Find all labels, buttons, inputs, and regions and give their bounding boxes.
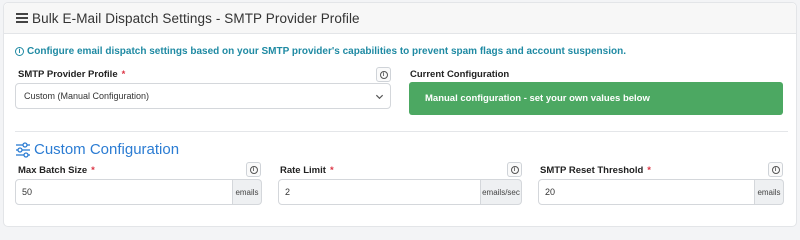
list-icon xyxy=(16,13,28,23)
required-mark: * xyxy=(121,69,126,80)
required-mark: * xyxy=(647,165,651,176)
reset-threshold-unit: emails xyxy=(755,179,784,205)
current-config-label: Current Configuration xyxy=(410,69,510,80)
info-banner: i Configure email dispatch settings base… xyxy=(15,46,626,57)
sliders-icon xyxy=(16,141,30,158)
provider-label: SMTP Provider Profile * xyxy=(18,69,125,80)
rate-limit-unit: emails/sec xyxy=(481,179,522,205)
reset-threshold-group: emails xyxy=(538,179,784,205)
section-divider xyxy=(15,131,788,132)
current-config-status: Manual configuration - set your own valu… xyxy=(409,82,783,115)
provider-selected-value: Custom (Manual Configuration) xyxy=(24,91,150,101)
info-icon: i xyxy=(249,165,258,174)
provider-help-button[interactable]: i xyxy=(376,67,391,82)
batch-size-input[interactable] xyxy=(15,179,233,205)
batch-size-label-text: Max Batch Size xyxy=(18,165,88,176)
provider-label-text: SMTP Provider Profile xyxy=(18,69,118,80)
provider-select[interactable]: Custom (Manual Configuration) xyxy=(15,83,391,109)
batch-size-unit: emails xyxy=(233,179,262,205)
rate-limit-help-button[interactable]: i xyxy=(507,162,522,177)
info-icon: i xyxy=(510,165,519,174)
chevron-down-icon xyxy=(375,94,384,100)
batch-size-help-button[interactable]: i xyxy=(246,162,261,177)
rate-limit-input[interactable] xyxy=(278,179,481,205)
page-title: Bulk E-Mail Dispatch Settings - SMTP Pro… xyxy=(32,10,360,26)
card-header: Bulk E-Mail Dispatch Settings - SMTP Pro… xyxy=(4,3,796,34)
reset-threshold-help-button[interactable]: i xyxy=(768,162,783,177)
batch-size-label: Max Batch Size * xyxy=(18,165,95,176)
custom-config-heading: Custom Configuration xyxy=(15,141,179,158)
custom-config-title: Custom Configuration xyxy=(34,141,180,158)
rate-limit-group: emails/sec xyxy=(278,179,522,205)
reset-threshold-label: SMTP Reset Threshold * xyxy=(540,165,651,176)
rate-limit-label-text: Rate Limit xyxy=(280,165,326,176)
rate-limit-label: Rate Limit * xyxy=(280,165,334,176)
required-mark: * xyxy=(329,165,334,176)
reset-threshold-label-text: SMTP Reset Threshold xyxy=(540,165,644,176)
info-icon: i xyxy=(379,70,388,79)
info-text: Configure email dispatch settings based … xyxy=(27,46,626,57)
reset-threshold-input[interactable] xyxy=(538,179,755,205)
batch-size-group: emails xyxy=(15,179,262,205)
required-mark: * xyxy=(91,165,95,176)
info-icon: i xyxy=(15,47,24,56)
info-icon: i xyxy=(771,165,780,174)
